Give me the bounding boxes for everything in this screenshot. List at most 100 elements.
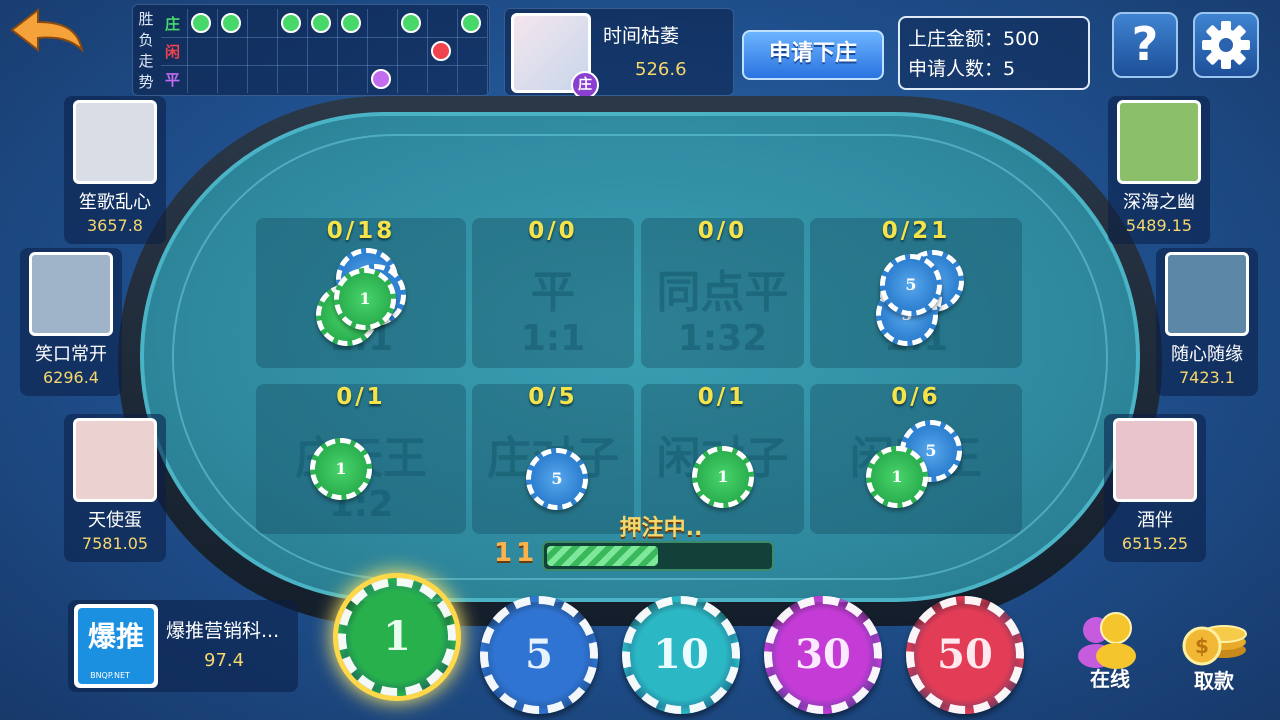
trend-dot xyxy=(191,13,211,33)
trend-column-divider xyxy=(487,9,488,93)
banker-amount-label: 上庄金额： xyxy=(908,28,1004,50)
player-seat[interactable]: 天使蛋 7581.05 xyxy=(64,414,166,562)
online-label: 在线 xyxy=(1090,667,1130,691)
trend-row-divider xyxy=(161,37,487,38)
trend-column-divider xyxy=(397,9,398,93)
placed-chip: 1 xyxy=(310,438,372,500)
trend-column-divider xyxy=(187,9,188,93)
trend-row-label: 庄 xyxy=(165,15,181,33)
bet-area[interactable]: 0/0 同点平 1:32 xyxy=(641,218,804,368)
countdown-progress-bar xyxy=(542,541,774,571)
placed-chip: 5 xyxy=(880,254,942,316)
back-arrow-icon xyxy=(10,7,84,54)
back-button[interactable] xyxy=(8,6,88,58)
player-avatar xyxy=(29,252,113,336)
placed-chip: 5 xyxy=(526,448,588,510)
bet-area-label: 同点平 xyxy=(656,267,789,318)
player-name: 随心随缘 xyxy=(1171,344,1243,365)
trend-column-divider xyxy=(367,9,368,93)
player-score: 3657.8 xyxy=(87,216,143,235)
trend-column-divider xyxy=(307,9,308,93)
trend-dot xyxy=(431,41,451,61)
trend-title: 胜负走势 xyxy=(138,10,154,91)
my-score: 97.4 xyxy=(204,650,245,671)
gear-icon xyxy=(1202,21,1250,69)
player-avatar xyxy=(1165,252,1249,336)
trend-column-divider xyxy=(277,9,278,93)
player-seat[interactable]: 笙歌乱心 3657.8 xyxy=(64,96,166,244)
online-button[interactable]: 在线 xyxy=(1070,608,1150,692)
trend-column-divider xyxy=(457,9,458,93)
player-score: 7581.05 xyxy=(81,534,149,553)
player-score: 5489.15 xyxy=(1125,216,1193,235)
trend-row-divider xyxy=(161,65,487,66)
applicants-line: 申请人数：5 xyxy=(908,54,1080,84)
my-logo-subtext: BNQP.NET xyxy=(90,671,130,680)
bet-area-count: 0/21 xyxy=(881,218,951,244)
bet-area[interactable]: 0/0 平 1:1 xyxy=(472,218,634,368)
player-score: 7423.1 xyxy=(1179,368,1235,387)
bet-area-count: 0/1 xyxy=(336,384,386,410)
win-loss-trend-panel: 胜负走势 庄闲平 xyxy=(132,4,490,96)
player-avatar xyxy=(1117,100,1201,184)
player-seat[interactable]: 深海之幽 5489.15 xyxy=(1108,96,1210,244)
banker-score: 526.6 xyxy=(635,59,687,80)
bet-area-count: 0/0 xyxy=(697,218,748,244)
player-avatar xyxy=(1113,418,1197,502)
banker-tag: 庄 xyxy=(571,71,599,99)
bet-area-odds: 1:1 xyxy=(520,318,586,359)
settings-button[interactable] xyxy=(1193,12,1259,78)
trend-row-label: 平 xyxy=(165,71,181,89)
applicants-value: 5 xyxy=(1003,58,1016,80)
placed-chip: 1 xyxy=(334,268,396,330)
player-name: 酒伴 xyxy=(1137,510,1173,531)
bet-area-count: 0/5 xyxy=(528,384,578,410)
player-score: 6515.25 xyxy=(1121,534,1189,553)
banker-amount-line: 上庄金额：500 xyxy=(908,24,1080,54)
banker-amount-value: 500 xyxy=(1003,28,1040,50)
svg-text:$: $ xyxy=(1195,634,1209,658)
player-name: 天使蛋 xyxy=(88,510,142,531)
withdraw-button[interactable]: $ 取款 xyxy=(1174,610,1254,694)
trend-column-divider xyxy=(427,9,428,93)
my-info-panel: 爆推 BNQP.NET 爆推营销科... 97.4 xyxy=(68,600,298,692)
help-button[interactable]: ? xyxy=(1112,12,1178,78)
player-name: 深海之幽 xyxy=(1123,192,1195,213)
gold-coins-icon: $ xyxy=(1182,625,1247,666)
bet-area-count: 0/1 xyxy=(697,384,748,410)
chip-1-button[interactable]: 1 xyxy=(338,578,456,696)
trend-dot xyxy=(401,13,421,33)
chip-50-button[interactable]: 50 xyxy=(906,596,1024,714)
bet-area-count: 0/6 xyxy=(891,384,941,410)
player-seat[interactable]: 随心随缘 7423.1 xyxy=(1156,248,1258,396)
applicants-label: 申请人数： xyxy=(908,58,1004,80)
bet-area-count: 0/0 xyxy=(528,218,578,244)
betting-status: 押注中.. xyxy=(619,516,703,541)
apply-leave-banker-button[interactable]: 申请下庄 xyxy=(742,30,884,80)
placed-chip: 1 xyxy=(692,446,754,508)
player-seat[interactable]: 笑口常开 6296.4 xyxy=(20,248,122,396)
player-name: 笑口常开 xyxy=(35,344,107,365)
placed-chip: 1 xyxy=(866,446,928,508)
trend-column-divider xyxy=(217,9,218,93)
chip-5-button[interactable]: 5 xyxy=(480,596,598,714)
trend-dot xyxy=(461,13,481,33)
bet-area-label: 平 xyxy=(531,267,575,318)
player-score: 6296.4 xyxy=(43,368,99,387)
bet-area-count: 0/18 xyxy=(326,218,396,244)
banker-panel: 庄 时间枯萎 526.6 xyxy=(504,8,734,99)
banker-name: 时间枯萎 xyxy=(603,25,680,47)
trend-column-divider xyxy=(247,9,248,93)
player-seat[interactable]: 酒伴 6515.25 xyxy=(1104,414,1206,562)
countdown-progress-fill xyxy=(547,546,658,566)
trend-dot xyxy=(311,13,331,33)
chip-10-button[interactable]: 10 xyxy=(622,596,740,714)
bet-area-odds: 1:32 xyxy=(677,318,768,359)
trend-column-divider xyxy=(337,9,338,93)
question-icon: ? xyxy=(1131,17,1159,71)
my-name: 爆推营销科... xyxy=(166,620,280,642)
trend-dot xyxy=(371,69,391,89)
player-avatar xyxy=(73,418,157,502)
chip-30-button[interactable]: 30 xyxy=(764,596,882,714)
trend-dot xyxy=(221,13,241,33)
